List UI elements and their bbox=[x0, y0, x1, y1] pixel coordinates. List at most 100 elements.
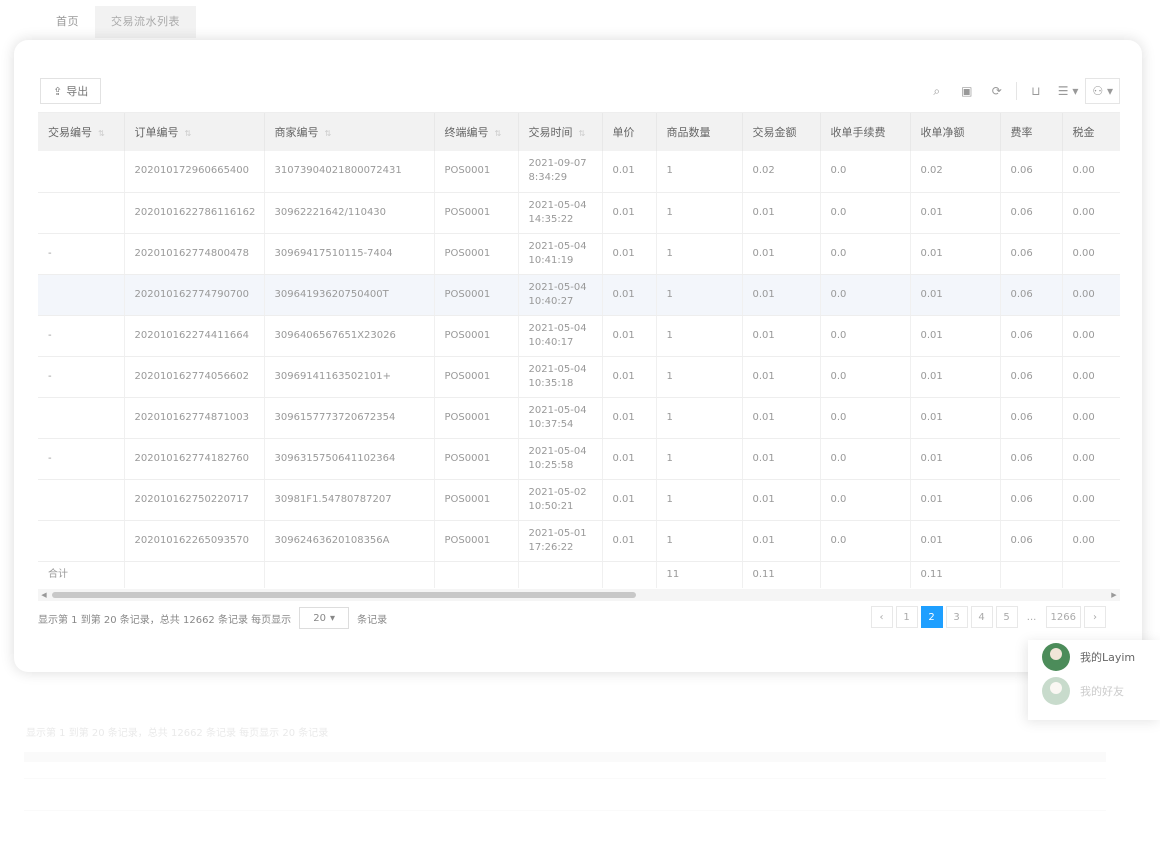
column-header[interactable]: 单价 bbox=[602, 113, 657, 151]
table-row[interactable]: -202010162774182760 3096315750641102364 PO… bbox=[38, 438, 1120, 480]
tab-home[interactable]: 首页 bbox=[40, 6, 95, 38]
columns-icon[interactable]: ☰ ▾ bbox=[1051, 78, 1086, 104]
table-cell-group bbox=[38, 192, 125, 234]
page-button[interactable]: 3 bbox=[945, 606, 968, 628]
table-cell-merchant: 3096315750641102364 bbox=[264, 438, 435, 480]
user-icon[interactable]: ⚇ ▾ bbox=[1085, 78, 1120, 104]
table-cell-qty: 1 bbox=[656, 438, 743, 480]
sort-icon[interactable]: ⇅ bbox=[495, 129, 502, 138]
print-icon[interactable]: ⊔ bbox=[1021, 78, 1051, 104]
total-cell-rate bbox=[1000, 561, 1063, 588]
scroll-thumb[interactable] bbox=[52, 592, 636, 598]
page-button[interactable]: 1266 bbox=[1045, 606, 1081, 628]
search-icon[interactable]: ⌕ bbox=[922, 78, 952, 104]
page-button[interactable]: 4 bbox=[970, 606, 993, 628]
table-cell-order: 202010162774182760 bbox=[124, 438, 265, 480]
table-cell-rate: 0.06 bbox=[1000, 315, 1063, 357]
column-header[interactable]: 收单净额 bbox=[910, 113, 1001, 151]
table-cell-group bbox=[38, 274, 125, 316]
column-header[interactable]: 订单编号 ⇅ bbox=[124, 113, 265, 151]
column-header-label: 收单净额 bbox=[920, 126, 965, 139]
filter-icon[interactable]: ▣ bbox=[952, 78, 982, 104]
table-cell-group bbox=[38, 520, 125, 562]
page-button[interactable]: 1 bbox=[895, 606, 918, 628]
column-header[interactable]: 交易时间 ⇅ bbox=[518, 113, 603, 151]
table-cell-time: 2021-05-04 14:35:22 bbox=[518, 192, 603, 234]
column-header[interactable]: 商品数量 bbox=[656, 113, 743, 151]
page-button[interactable]: 2 bbox=[920, 606, 943, 628]
scroll-right-icon[interactable]: ▶ bbox=[1108, 589, 1120, 601]
column-header[interactable]: 终端编号 ⇅ bbox=[434, 113, 519, 151]
table-cell-time: 2021-05-04 10:35:18 bbox=[518, 356, 603, 398]
table-row[interactable]: 202010162774790700 30964193620750400T POS0… bbox=[38, 274, 1120, 316]
table-cell-merchant: 30981F1.54780787207 bbox=[264, 479, 435, 521]
table-cell-rate: 0.06 bbox=[1000, 397, 1063, 439]
table-row[interactable]: 202010162774871003 3096157773720672354 POS… bbox=[38, 397, 1120, 439]
horizontal-scrollbar[interactable]: ◀ ▶ bbox=[38, 589, 1120, 601]
table-row[interactable]: 202010172960665400 31073904021800072431 PO… bbox=[38, 151, 1120, 193]
table-cell-qty: 1 bbox=[656, 315, 743, 357]
table-row[interactable]: -202010162774056602 30969141163502101+ POS… bbox=[38, 356, 1120, 398]
page-size-select[interactable]: 20 ▾ bbox=[299, 607, 350, 629]
table-cell-rate: 0.06 bbox=[1000, 356, 1063, 398]
avatar bbox=[1042, 643, 1070, 671]
column-header-label: 商家编号 bbox=[274, 126, 319, 139]
table-cell-net: 0.01 bbox=[910, 438, 1001, 480]
next-page-button[interactable]: › bbox=[1084, 606, 1106, 628]
refresh-icon[interactable]: ⟳ bbox=[982, 78, 1012, 104]
layim-item[interactable]: 我的Layim bbox=[1028, 640, 1160, 674]
pagination-info-prefix: 显示第 1 到第 20 条记录，总共 12662 条记录 每页显示 bbox=[38, 614, 292, 626]
table-cell-time: 2021-05-04 10:41:19 bbox=[518, 233, 603, 275]
tab-transaction-list[interactable]: 交易流水列表 bbox=[95, 6, 196, 38]
column-header-label: 税金 bbox=[1072, 126, 1095, 139]
column-header[interactable]: 交易金额 bbox=[742, 113, 821, 151]
table-cell-net: 0.01 bbox=[910, 233, 1001, 275]
export-button[interactable]: ⇪ 导出 bbox=[40, 78, 102, 104]
table-cell-merchant: 31073904021800072431 bbox=[264, 151, 435, 193]
table-cell-rate: 0.06 bbox=[1000, 438, 1063, 480]
table-cell-qty: 1 bbox=[656, 233, 743, 275]
table-cell-order: 202010162774871003 bbox=[124, 397, 265, 439]
column-header[interactable]: 交易编号 ⇅ bbox=[38, 113, 125, 151]
table-cell-fee: 0.0 bbox=[820, 479, 911, 521]
total-cell-time bbox=[518, 561, 603, 588]
table-cell-terminal: POS0001 bbox=[434, 274, 519, 316]
table-cell-rate: 0.06 bbox=[1000, 151, 1063, 193]
table-cell-order: 202010162274411664 bbox=[124, 315, 265, 357]
table-cell-price: 0.01 bbox=[602, 356, 657, 398]
sort-icon[interactable]: ⇅ bbox=[98, 129, 105, 138]
table-cell-tax: 0.00 bbox=[1062, 520, 1120, 562]
table-cell-net: 0.01 bbox=[910, 192, 1001, 234]
column-header[interactable]: 商家编号 ⇅ bbox=[264, 113, 435, 151]
table-cell-price: 0.01 bbox=[602, 151, 657, 193]
column-header[interactable]: 税金 bbox=[1062, 113, 1120, 151]
scroll-left-icon[interactable]: ◀ bbox=[38, 589, 50, 601]
table-cell-price: 0.01 bbox=[602, 315, 657, 357]
table-row[interactable]: 202010162265093570 30962463620108356A POS0… bbox=[38, 520, 1120, 562]
table-cell-price: 0.01 bbox=[602, 479, 657, 521]
column-header[interactable]: 费率 bbox=[1000, 113, 1063, 151]
table-cell-time: 2021-05-04 10:25:58 bbox=[518, 438, 603, 480]
sort-icon[interactable]: ⇅ bbox=[579, 129, 586, 138]
page-button[interactable]: 5 bbox=[995, 606, 1018, 628]
column-header[interactable]: 收单手续费 bbox=[820, 113, 911, 151]
sort-icon[interactable]: ⇅ bbox=[185, 129, 192, 138]
table-cell-rate: 0.06 bbox=[1000, 192, 1063, 234]
table-row[interactable]: 202010162750220717 30981F1.54780787207 POS… bbox=[38, 479, 1120, 521]
column-header-label: 收单手续费 bbox=[830, 126, 886, 139]
table-row[interactable]: 2020101622786116162 30962221642/110430 POS… bbox=[38, 192, 1120, 234]
prev-page-button[interactable]: ‹ bbox=[870, 606, 893, 628]
table-row[interactable]: -202010162274411664 3096406567651X23026 PO… bbox=[38, 315, 1120, 357]
table-cell-time: 2021-09-07 8:34:29 bbox=[518, 151, 603, 193]
table-cell-merchant: 30962221642/110430 bbox=[264, 192, 435, 234]
total-cell-order bbox=[124, 561, 265, 588]
table-cell-fee: 0.0 bbox=[820, 356, 911, 398]
table-cell-group: - bbox=[38, 356, 125, 398]
table-row[interactable]: -202010162774800478 30969417510115-7404 PO… bbox=[38, 233, 1120, 275]
table-cell-order: 202010162774056602 bbox=[124, 356, 265, 398]
table-cell-time: 2021-05-01 17:26:22 bbox=[518, 520, 603, 562]
sort-icon[interactable]: ⇅ bbox=[325, 129, 332, 138]
total-cell-amount: 0.11 bbox=[742, 561, 821, 588]
table-cell-qty: 1 bbox=[656, 479, 743, 521]
column-header-label: 交易金额 bbox=[752, 126, 797, 139]
